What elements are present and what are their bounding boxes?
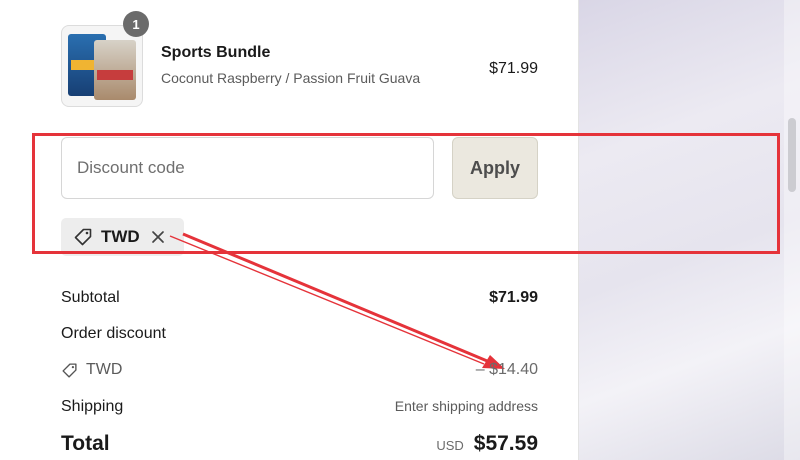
discount-line-code: TWD	[86, 361, 123, 378]
discount-line: TWD	[61, 361, 122, 379]
product-price: $71.99	[489, 60, 538, 77]
scrollbar-thumb[interactable]	[788, 118, 796, 192]
subtotal-label: Subtotal	[61, 289, 120, 306]
package-right	[94, 40, 136, 100]
shipping-value: Enter shipping address	[394, 398, 538, 414]
quantity-badge: 1	[123, 11, 149, 37]
scrollbar[interactable]	[784, 0, 800, 460]
total-amount: $57.59	[473, 432, 538, 455]
shipping-label: Shipping	[61, 398, 124, 415]
applied-discount-code: TWD	[101, 227, 140, 246]
discount-value: – $14.40	[475, 361, 538, 378]
product-name: Sports Bundle	[161, 44, 271, 61]
column-divider	[578, 0, 579, 460]
total-value-group: USD $57.59	[436, 432, 538, 456]
tag-icon	[74, 228, 92, 246]
order-discount-label: Order discount	[61, 325, 166, 342]
tag-icon	[62, 362, 77, 378]
close-icon[interactable]	[150, 229, 166, 245]
total-label: Total	[61, 432, 110, 455]
discount-code-input[interactable]	[61, 137, 434, 199]
subtotal-value: $71.99	[489, 289, 538, 306]
product-image	[61, 25, 143, 107]
apply-button[interactable]: Apply	[452, 137, 538, 199]
applied-discount-tag: TWD	[61, 218, 184, 256]
total-currency: USD	[436, 438, 464, 453]
product-variant: Coconut Raspberry / Passion Fruit Guava	[161, 70, 421, 86]
background-panel	[578, 0, 800, 460]
